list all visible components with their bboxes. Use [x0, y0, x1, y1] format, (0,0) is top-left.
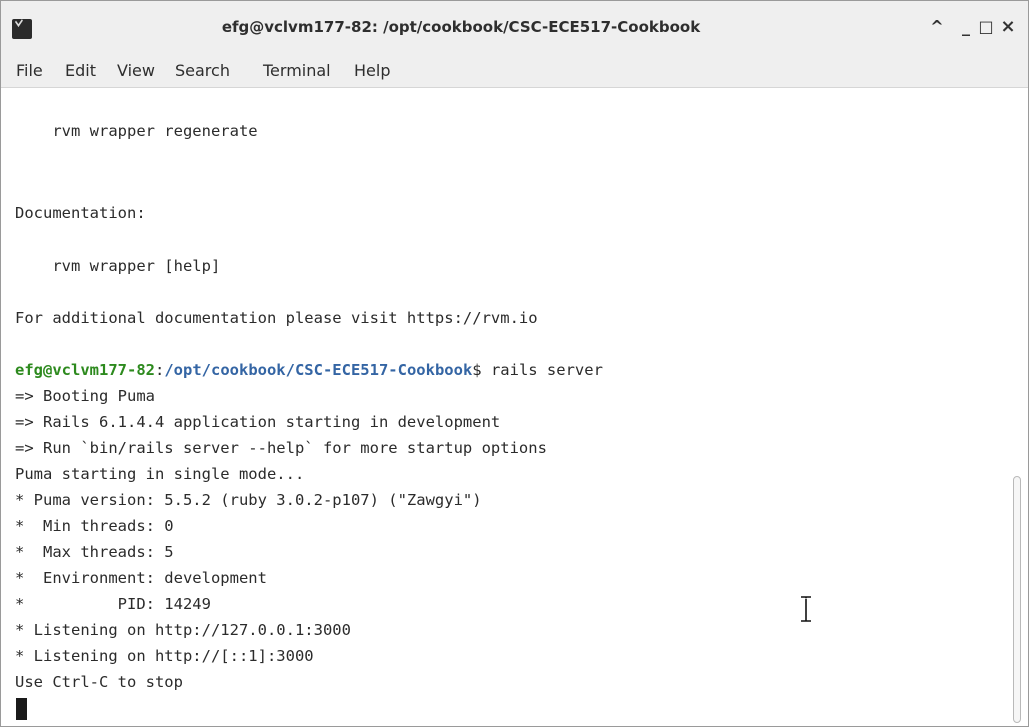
- terminal-line: * Environment: development: [15, 569, 267, 587]
- prompt-command: $ rails server: [472, 361, 603, 379]
- terminal-cursor: [16, 698, 27, 720]
- terminal-line: rvm wrapper regenerate: [15, 122, 258, 140]
- terminal-line: * Listening on http://[::1]:3000: [15, 647, 314, 665]
- shell-prompt: efg@vclvm177-82:/opt/cookbook/CSC-ECE517…: [15, 360, 603, 380]
- menu-edit[interactable]: Edit: [65, 61, 96, 80]
- scrollbar-thumb[interactable]: [1013, 476, 1021, 723]
- terminal-line: => Rails 6.1.4.4 application starting in…: [15, 413, 501, 431]
- prompt-colon: :: [154, 361, 165, 379]
- text-ibeam-icon: [801, 596, 811, 622]
- terminal-line: For additional documentation please visi…: [15, 309, 538, 327]
- terminal-line: Use Ctrl-C to stop: [15, 673, 183, 691]
- prompt-path: /opt/cookbook/CSC-ECE517-Cookbook: [164, 361, 473, 379]
- terminal-line: * Listening on http://127.0.0.1:3000: [15, 621, 351, 639]
- prompt-user-host: efg@vclvm177-82: [15, 361, 155, 379]
- restore-button[interactable]: □: [975, 16, 997, 38]
- terminal-line: * Max threads: 5: [15, 543, 174, 561]
- minimize-button[interactable]: _: [955, 16, 977, 38]
- menu-bar: File Edit View Search Terminal Help: [1, 57, 1028, 88]
- title-bar[interactable]: efg@vclvm177-82: /opt/cookbook/CSC-ECE51…: [1, 1, 1028, 57]
- menu-help[interactable]: Help: [354, 61, 390, 80]
- terminal-line: => Run `bin/rails server --help` for mor…: [15, 439, 547, 457]
- terminal-line: Puma starting in single mode...: [15, 465, 305, 483]
- menu-file[interactable]: File: [16, 61, 43, 80]
- maximize-button[interactable]: ^: [926, 16, 948, 38]
- window-title: efg@vclvm177-82: /opt/cookbook/CSC-ECE51…: [221, 18, 701, 36]
- menu-search[interactable]: Search: [175, 61, 230, 80]
- terminal-window: efg@vclvm177-82: /opt/cookbook/CSC-ECE51…: [0, 0, 1029, 727]
- menu-view[interactable]: View: [117, 61, 155, 80]
- close-button[interactable]: ×: [997, 16, 1019, 38]
- terminal-line: * Min threads: 0: [15, 517, 174, 535]
- terminal-line: * PID: 14249: [15, 595, 211, 613]
- terminal-line: * Puma version: 5.5.2 (ruby 3.0.2-p107) …: [15, 491, 482, 509]
- menu-terminal[interactable]: Terminal: [263, 61, 331, 80]
- terminal-line: rvm wrapper [help]: [15, 257, 221, 275]
- terminal-line: => Booting Puma: [15, 387, 155, 405]
- terminal-line: Documentation:: [15, 204, 146, 222]
